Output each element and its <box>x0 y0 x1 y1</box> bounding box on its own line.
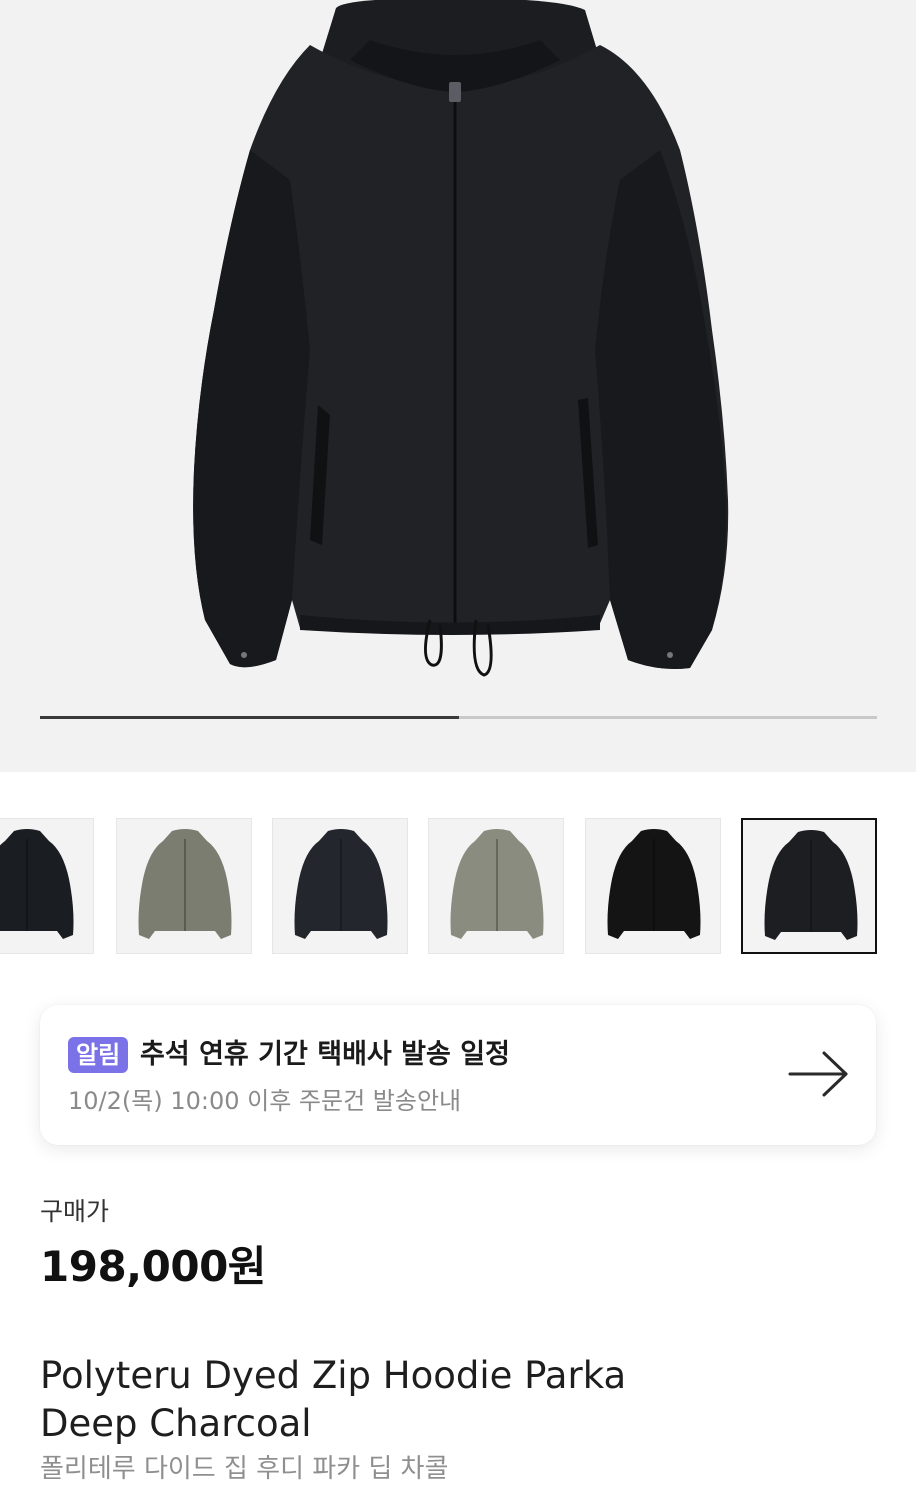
notice-banner[interactable]: 알림 추석 연휴 기간 택배사 발송 일정 10/2(목) 10:00 이후 주… <box>40 1005 876 1145</box>
thumbnail-jacket-image <box>138 829 232 939</box>
thumbnail-4[interactable] <box>428 818 564 954</box>
thumbnail-1[interactable] <box>0 818 94 954</box>
product-price: 198,000원 <box>40 1242 266 1291</box>
thumbnail-jacket-image <box>607 829 701 939</box>
price-label: 구매가 <box>40 1197 110 1226</box>
notice-badge: 알림 <box>68 1037 129 1073</box>
product-name-ko: 폴리테루 다이드 집 후디 파카 딥 차콜 <box>40 1454 449 1484</box>
image-progress-track <box>40 716 877 719</box>
product-name-en: Polyteru Dyed Zip Hoodie Parka Deep Char… <box>40 1352 740 1448</box>
thumbnail-jacket-image <box>0 829 74 939</box>
thumbnail-jacket-image <box>450 829 544 939</box>
thumbnail-2[interactable] <box>116 818 252 954</box>
thumbnail-3[interactable] <box>272 818 408 954</box>
thumbnail-jacket-image <box>294 829 388 939</box>
notice-title: 추석 연휴 기간 택배사 발송 일정 <box>140 1039 510 1070</box>
arrow-right-icon[interactable] <box>788 1049 850 1099</box>
thumbnail-5[interactable] <box>585 818 721 954</box>
product-name-line2: Deep Charcoal <box>40 1402 312 1445</box>
thumbnail-6[interactable] <box>741 818 877 954</box>
notice-subtitle: 10/2(목) 10:00 이후 주문건 발송안내 <box>68 1087 462 1115</box>
thumbnail-strip <box>0 818 916 954</box>
product-image-carousel[interactable] <box>0 0 916 772</box>
product-name-line1: Polyteru Dyed Zip Hoodie Parka <box>40 1354 627 1397</box>
product-main-image <box>193 0 729 677</box>
image-progress-fill <box>40 716 459 719</box>
thumbnail-jacket-image <box>764 830 858 940</box>
